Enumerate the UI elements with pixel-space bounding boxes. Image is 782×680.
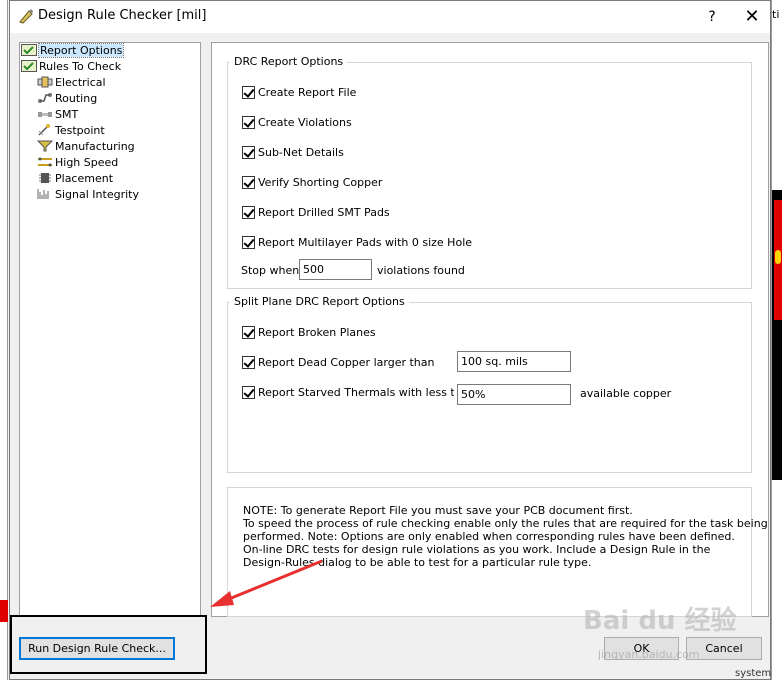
tree-item-label: Placement: [55, 172, 114, 185]
checkbox-checked-icon[interactable]: [242, 116, 255, 129]
help-button[interactable]: ?: [700, 5, 724, 29]
report-starved-thermals-checkbox[interactable]: Report Starved Thermals with less thar: [242, 385, 454, 401]
starved-thermals-input[interactable]: 50%: [457, 384, 571, 405]
background-pcb-pad: [775, 250, 781, 264]
rules-tree[interactable]: Report Options Rules To Check Electrical…: [19, 42, 201, 617]
tree-item-rules-to-check[interactable]: Rules To Check: [21, 59, 121, 75]
high-speed-icon: [37, 156, 53, 168]
verify-shorting-copper-checkbox[interactable]: Verify Shorting Copper: [242, 175, 382, 191]
annotation-arrow-icon: [210, 559, 323, 607]
tree-item-placement[interactable]: Placement: [37, 171, 113, 187]
tree-item-routing[interactable]: Routing: [37, 91, 97, 107]
checkbox-label: Create Violations: [258, 116, 352, 129]
dead-copper-input[interactable]: 100 sq. mils: [457, 351, 571, 372]
tree-item-label: Routing: [55, 92, 98, 105]
manufacturing-icon: [36, 140, 54, 152]
window-title: Design Rule Checker [mil]: [38, 8, 207, 23]
checkbox-checked-icon[interactable]: [242, 356, 255, 369]
report-icon: [21, 44, 37, 56]
checkbox-label: Report Multilayer Pads with 0 size Hole: [258, 236, 473, 249]
checkbox-label: Create Report File: [258, 86, 357, 99]
checkbox-checked-icon[interactable]: [242, 206, 255, 219]
placement-icon: [37, 172, 53, 184]
report-broken-planes-checkbox[interactable]: Report Broken Planes: [242, 325, 376, 341]
stop-when-input[interactable]: 500: [299, 259, 372, 280]
close-button[interactable]: ✕: [738, 5, 766, 29]
checkbox-label: Report Drilled SMT Pads: [258, 206, 390, 219]
note-line-1: NOTE: To generate Report File you must s…: [243, 504, 633, 517]
checkbox-label: Report Broken Planes: [258, 326, 376, 339]
checkbox-checked-icon[interactable]: [242, 176, 255, 189]
note-line-3: performed. Note: Options are only enable…: [243, 530, 735, 543]
split-plane-options-title: Split Plane DRC Report Options: [230, 295, 409, 308]
tree-item-smt[interactable]: SMT: [37, 107, 78, 123]
tree-item-label: Report Options: [37, 43, 125, 58]
stop-when-label: Stop when: [241, 264, 300, 277]
tree-item-label: High Speed: [55, 156, 119, 169]
testpoint-icon: [37, 124, 53, 136]
note-line-2: To speed the process of rule checking en…: [243, 517, 768, 530]
checkbox-checked-icon[interactable]: [242, 386, 255, 399]
smt-icon: [37, 108, 53, 120]
signal-integrity-icon: [37, 188, 53, 200]
options-pane: DRC Report Options Create Report File Cr…: [211, 42, 769, 617]
tree-item-signal-integrity[interactable]: Signal Integrity: [37, 187, 139, 203]
checkbox-checked-icon[interactable]: [242, 146, 255, 159]
create-violations-checkbox[interactable]: Create Violations: [242, 115, 352, 131]
background-bottom-right-text: system: [735, 668, 772, 679]
drc-report-options-title: DRC Report Options: [230, 55, 348, 68]
watermark-logo: Bai du 经验: [583, 606, 737, 636]
available-copper-label: available copper: [580, 387, 672, 400]
report-multilayer-pads-checkbox[interactable]: Report Multilayer Pads with 0 size Hole: [242, 235, 472, 251]
background-right-text: ti: [772, 8, 780, 21]
electrical-icon: [37, 76, 53, 88]
tree-item-label: Manufacturing: [55, 140, 135, 153]
create-report-file-checkbox[interactable]: Create Report File: [242, 85, 356, 101]
routing-icon: [37, 92, 53, 104]
checkbox-label: Report Starved Thermals with less thar: [258, 386, 454, 399]
tree-item-label: Electrical: [55, 76, 106, 89]
background-red-strip: [0, 600, 8, 622]
tree-item-report-options[interactable]: Report Options: [21, 43, 125, 59]
report-dead-copper-checkbox[interactable]: Report Dead Copper larger than: [242, 355, 434, 371]
tree-item-high-speed[interactable]: High Speed: [37, 155, 118, 171]
checkbox-label: Sub-Net Details: [258, 146, 344, 159]
tree-item-manufacturing[interactable]: Manufacturing: [36, 139, 135, 155]
checkbox-checked-icon[interactable]: [242, 326, 255, 339]
checkbox-label: Verify Shorting Copper: [258, 176, 383, 189]
design-rule-checker-dialog: Design Rule Checker [mil] ? ✕ Report Opt…: [9, 0, 771, 680]
report-drilled-smt-pads-checkbox[interactable]: Report Drilled SMT Pads: [242, 205, 390, 221]
tree-item-label: Rules To Check: [39, 60, 122, 73]
drc-app-icon: [19, 9, 33, 24]
checkbox-label: Report Dead Copper larger than: [258, 356, 435, 369]
tree-item-label: Testpoint: [55, 124, 105, 137]
annotation-highlight-rectangle: [10, 615, 207, 674]
rules-icon: [21, 60, 37, 72]
sub-net-details-checkbox[interactable]: Sub-Net Details: [242, 145, 344, 161]
tree-item-electrical[interactable]: Electrical: [37, 75, 106, 91]
violations-found-label: violations found: [377, 264, 465, 277]
checkbox-checked-icon[interactable]: [242, 236, 255, 249]
watermark-url: jingyan.baidu.com: [598, 648, 700, 661]
tree-item-label: SMT: [55, 108, 79, 121]
tree-item-label: Signal Integrity: [55, 188, 139, 201]
checkbox-checked-icon[interactable]: [242, 86, 255, 99]
title-bar: Design Rule Checker [mil] ? ✕: [10, 1, 770, 33]
tree-item-testpoint[interactable]: Testpoint: [37, 123, 105, 139]
background-app-left-edge: [0, 0, 8, 680]
